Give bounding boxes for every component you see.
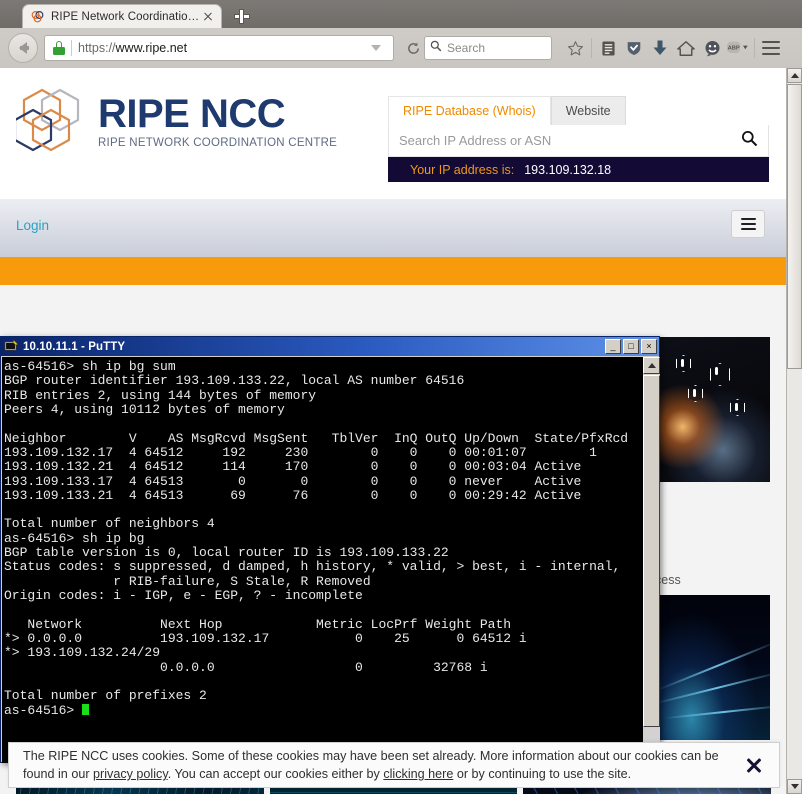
chevron-down-icon[interactable] [371, 45, 381, 51]
svg-text:ABP: ABP [728, 45, 740, 51]
site-header: RIPE NCC RIPE NETWORK COORDINATION CENTR… [0, 68, 787, 199]
url-host: www.ripe.net [116, 41, 188, 55]
hamburger-menu-icon [741, 218, 756, 230]
smiley-feedback-icon[interactable] [699, 35, 725, 61]
putty-terminal-icon [4, 339, 19, 354]
network-globe-image [658, 337, 770, 482]
terminal-scroll-up-button[interactable] [643, 357, 660, 374]
site-subtitle: RIPE NETWORK COORDINATION CENTRE [98, 137, 337, 149]
toolbar-divider-2 [754, 38, 755, 58]
back-arrow-icon [19, 42, 27, 54]
cookie-banner: The RIPE NCC uses cookies. Some of these… [8, 742, 780, 788]
ripe-hexagon-logo-icon [16, 88, 86, 154]
your-ip-value: 193.109.132.18 [524, 163, 611, 177]
magnifier-icon[interactable] [741, 130, 758, 152]
ripe-logo-icon [31, 10, 45, 24]
shield-icon[interactable] [621, 35, 647, 61]
browser-tab[interactable]: RIPE Network Coordination C... [22, 4, 222, 28]
whois-widget: RIPE Database (Whois) Website Search IP … [388, 96, 769, 182]
putty-window-title: 10.10.11.1 - PuTTY [23, 341, 603, 353]
scroll-up-button[interactable] [787, 68, 802, 83]
tab-strip: RIPE Network Coordination C... [0, 0, 802, 28]
back-button[interactable] [8, 33, 38, 63]
site-menu-button[interactable] [731, 210, 765, 238]
browser-search-input[interactable]: Search [424, 36, 552, 60]
login-link[interactable]: Login [16, 218, 49, 233]
cookie-banner-text: The RIPE NCC uses cookies. Some of these… [23, 747, 733, 783]
navigation-toolbar: https://www.ripe.net Search [0, 28, 802, 68]
cookie-text-part3: or by continuing to use the site. [453, 767, 631, 781]
hamburger-menu-icon[interactable] [758, 35, 784, 61]
putty-window[interactable]: 10.10.11.1 - PuTTY _ □ × as-64516> sh ip… [0, 336, 660, 763]
search-placeholder: Search [447, 41, 485, 55]
reload-button[interactable] [402, 37, 424, 59]
toolbar-icons: ABP [562, 35, 784, 61]
whois-search-input[interactable]: Search IP Address or ASN [388, 125, 769, 157]
scroll-thumb[interactable] [787, 84, 802, 369]
site-title: RIPE NCC [98, 94, 337, 134]
browser-chrome: RIPE Network Coordination C... https://w… [0, 0, 802, 69]
toolbar-divider [591, 38, 592, 58]
whois-tabs: RIPE Database (Whois) Website [388, 96, 769, 125]
terminal-scroll-thumb[interactable] [643, 375, 660, 727]
your-ip-label: Your IP address is: [410, 163, 514, 177]
logo-text: RIPE NCC RIPE NETWORK COORDINATION CENTR… [98, 94, 337, 149]
close-x-icon[interactable] [743, 754, 765, 776]
url-separator [71, 40, 72, 56]
address-bar[interactable]: https://www.ripe.net [44, 35, 394, 61]
your-ip-bar: Your IP address is: 193.109.132.18 [388, 157, 769, 182]
new-tab-button[interactable] [232, 6, 252, 26]
url-scheme: https:// [78, 41, 116, 55]
adblock-plus-icon[interactable]: ABP [725, 35, 751, 61]
tab-title: RIPE Network Coordination C... [51, 11, 201, 23]
clicking-here-link[interactable]: clicking here [383, 767, 453, 781]
search-icon [430, 39, 442, 57]
maximize-button[interactable]: □ [623, 339, 639, 354]
whois-search-placeholder: Search IP Address or ASN [399, 133, 741, 148]
terminal-output[interactable]: as-64516> sh ip bg sum BGP router identi… [2, 357, 643, 763]
reload-icon [406, 41, 421, 56]
tab-ripe-database-whois[interactable]: RIPE Database (Whois) [388, 96, 551, 125]
minimize-button[interactable]: _ [605, 339, 621, 354]
secure-lock-icon [53, 41, 65, 55]
blue-network-image [658, 595, 770, 740]
bookmark-star-icon[interactable] [562, 35, 588, 61]
close-button[interactable]: × [641, 339, 657, 354]
putty-terminal-area: as-64516> sh ip bg sum BGP router identi… [2, 357, 660, 763]
download-arrow-icon[interactable] [647, 35, 673, 61]
privacy-policy-link[interactable]: privacy policy [93, 767, 168, 781]
scroll-down-button[interactable] [787, 779, 802, 794]
screen: RIPE Network Coordination C... https://w… [0, 0, 802, 794]
reader-list-icon[interactable] [595, 35, 621, 61]
url-text: https://www.ripe.net [78, 41, 363, 55]
close-icon[interactable] [201, 10, 215, 24]
page-scrollbar[interactable] [786, 68, 802, 794]
page-viewport: RIPE NCC RIPE NETWORK COORDINATION CENTR… [0, 68, 802, 794]
home-icon[interactable] [673, 35, 699, 61]
site-logo[interactable]: RIPE NCC RIPE NETWORK COORDINATION CENTR… [16, 88, 337, 154]
tab-website[interactable]: Website [551, 96, 626, 125]
terminal-scrollbar[interactable] [643, 357, 660, 763]
cookie-text-part2: . You can accept our cookies either by [168, 767, 384, 781]
login-bar: Login [0, 199, 787, 258]
orange-accent-band [0, 257, 787, 285]
putty-title-bar[interactable]: 10.10.11.1 - PuTTY _ □ × [1, 337, 659, 356]
